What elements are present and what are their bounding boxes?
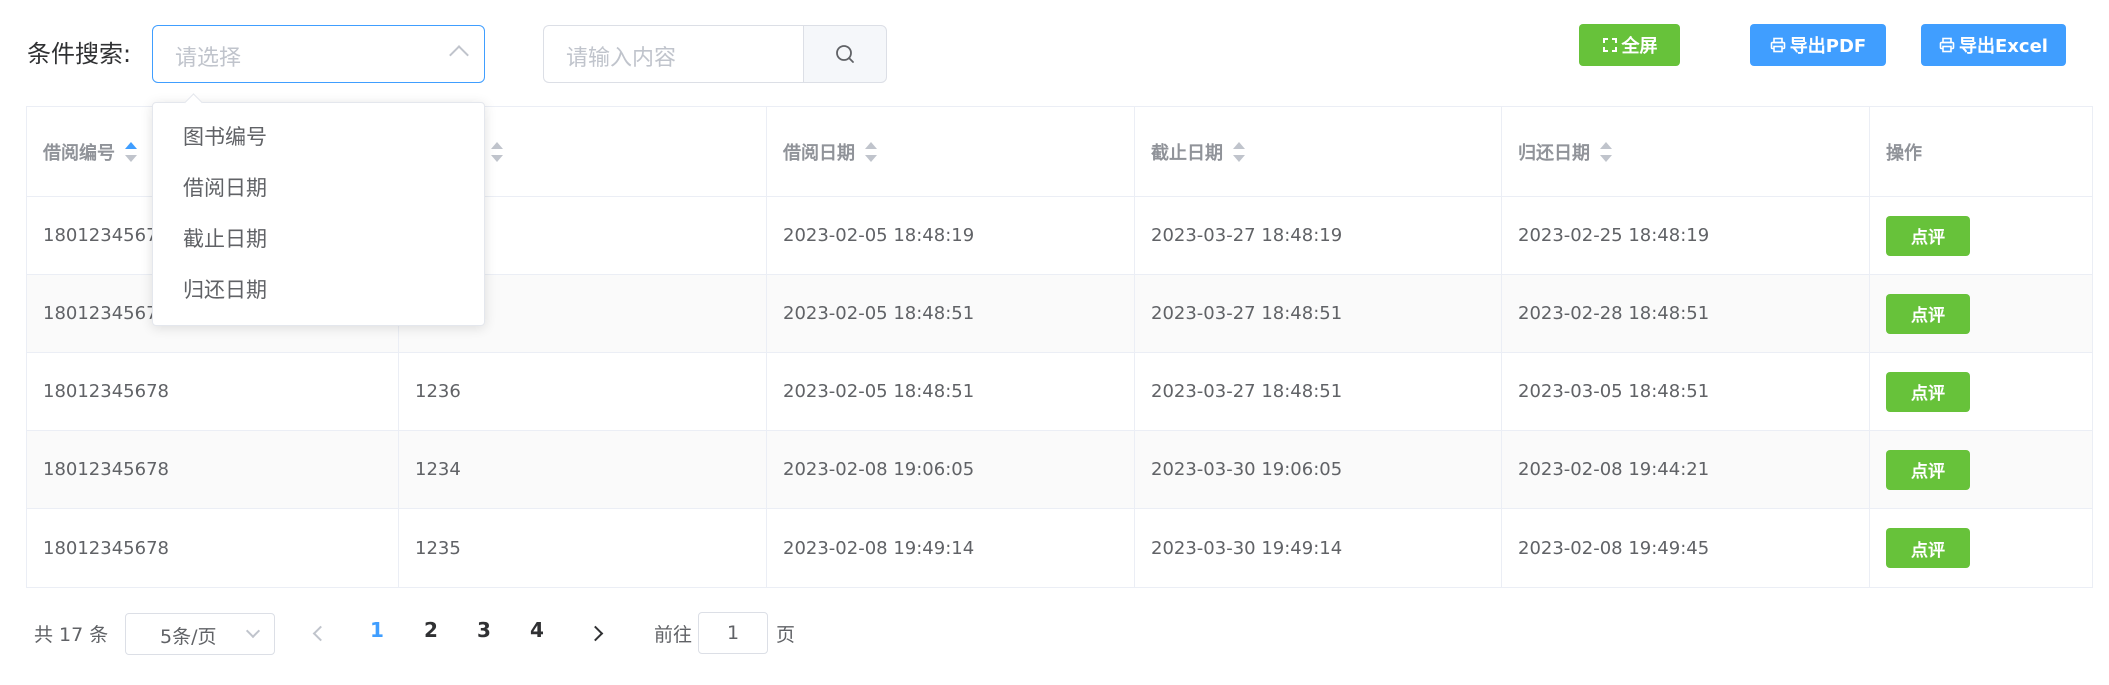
review-button[interactable]: 点评	[1886, 528, 1970, 568]
sort-icon[interactable]	[865, 141, 877, 163]
cell-borrow-date: 2023-02-05 18:48:51	[767, 353, 1135, 430]
chevron-right-icon	[587, 625, 603, 641]
printer-icon	[1939, 37, 1955, 53]
sort-icon[interactable]	[491, 141, 503, 163]
dropdown-option-due-date[interactable]: 截止日期	[153, 214, 484, 265]
goto-suffix: 页	[776, 624, 796, 646]
cell-borrow-id: 18012345678	[27, 353, 399, 430]
sort-icon[interactable]	[1600, 141, 1612, 163]
next-page-button[interactable]	[580, 618, 610, 648]
prev-page-button[interactable]	[305, 618, 335, 648]
cell-borrow-id: 18012345678	[27, 509, 399, 587]
export-pdf-button[interactable]: 导出PDF	[1750, 24, 1886, 66]
cell-due-date: 2023-03-27 18:48:51	[1135, 275, 1502, 352]
header-due-date[interactable]: 截止日期	[1135, 107, 1502, 196]
cell-borrow-date: 2023-02-08 19:49:14	[767, 509, 1135, 587]
cell-book-id: 1236	[399, 353, 767, 430]
cell-due-date: 2023-03-27 18:48:51	[1135, 353, 1502, 430]
goto-label: 前往	[654, 624, 693, 646]
cell-due-date: 2023-03-27 18:48:19	[1135, 197, 1502, 274]
cell-due-date: 2023-03-30 19:49:14	[1135, 509, 1502, 587]
export-pdf-label: 导出PDF	[1789, 36, 1867, 57]
cell-actions: 点评	[1870, 509, 2094, 587]
select-placeholder: 请选择	[175, 46, 242, 71]
header-borrow-date[interactable]: 借阅日期	[767, 107, 1135, 196]
cell-return-date: 2023-03-05 18:48:51	[1502, 353, 1870, 430]
search-field-dropdown: 图书编号 借阅日期 截止日期 归还日期	[152, 93, 485, 326]
fullscreen-icon	[1602, 38, 1617, 52]
cell-borrow-id: 18012345678	[27, 431, 399, 508]
page-2[interactable]: 2	[416, 618, 446, 642]
cell-return-date: 2023-02-25 18:48:19	[1502, 197, 1870, 274]
cell-borrow-date: 2023-02-08 19:06:05	[767, 431, 1135, 508]
fullscreen-label: 全屏	[1621, 36, 1658, 57]
cell-borrow-date: 2023-02-05 18:48:19	[767, 197, 1135, 274]
chevron-down-icon	[245, 623, 261, 639]
export-excel-button[interactable]: 导出Excel	[1921, 24, 2066, 66]
page-4[interactable]: 4	[522, 618, 552, 642]
dropdown-option-borrow-date[interactable]: 借阅日期	[153, 163, 484, 214]
sort-icon[interactable]	[1233, 141, 1245, 163]
chevron-up-icon	[449, 45, 469, 65]
sort-icon[interactable]	[125, 141, 137, 163]
review-button[interactable]: 点评	[1886, 215, 1970, 256]
search-field-select[interactable]: 请选择	[152, 25, 485, 83]
search-label: 条件搜索:	[27, 40, 132, 68]
table-row: 18012345678 1236 2023-02-05 18:48:51 202…	[27, 353, 2092, 431]
cell-due-date: 2023-03-30 19:06:05	[1135, 431, 1502, 508]
review-button[interactable]: 点评	[1886, 371, 1970, 412]
table-row: 18012345678 1235 2023-02-08 19:49:14 202…	[27, 509, 2092, 587]
pagination-total: 共 17 条	[34, 624, 109, 646]
cell-return-date: 2023-02-28 18:48:51	[1502, 275, 1870, 352]
page-1[interactable]: 1	[362, 618, 392, 642]
export-excel-label: 导出Excel	[1959, 36, 2048, 57]
cell-book-id: 1235	[399, 509, 767, 587]
cell-actions: 点评	[1870, 431, 2094, 508]
page-size-value: 5条/页	[160, 626, 217, 648]
review-button[interactable]: 点评	[1886, 449, 1970, 490]
cell-book-id: 1234	[399, 431, 767, 508]
fullscreen-button[interactable]: 全屏	[1579, 24, 1680, 66]
cell-actions: 点评	[1870, 197, 2094, 274]
page-size-select[interactable]: 5条/页	[125, 613, 275, 655]
dropdown-arrow	[184, 93, 203, 112]
goto-page-input[interactable]: 1	[698, 612, 768, 654]
printer-icon	[1770, 37, 1786, 53]
cell-borrow-date: 2023-02-05 18:48:51	[767, 275, 1135, 352]
search-input-placeholder: 请输入内容	[566, 46, 677, 71]
header-actions: 操作	[1886, 142, 1922, 164]
dropdown-option-return-date[interactable]: 归还日期	[153, 265, 484, 316]
search-button[interactable]	[803, 25, 887, 83]
search-icon	[836, 45, 854, 63]
search-input[interactable]: 请输入内容	[543, 25, 805, 83]
page-3[interactable]: 3	[469, 618, 499, 642]
table-row: 18012345678 1234 2023-02-08 19:06:05 202…	[27, 431, 2092, 509]
cell-actions: 点评	[1870, 353, 2094, 430]
chevron-left-icon	[312, 625, 328, 641]
review-button[interactable]: 点评	[1886, 293, 1970, 334]
cell-return-date: 2023-02-08 19:44:21	[1502, 431, 1870, 508]
dropdown-option-book-id[interactable]: 图书编号	[153, 112, 484, 163]
header-return-date[interactable]: 归还日期	[1502, 107, 1870, 196]
cell-return-date: 2023-02-08 19:49:45	[1502, 509, 1870, 587]
cell-actions: 点评	[1870, 275, 2094, 352]
